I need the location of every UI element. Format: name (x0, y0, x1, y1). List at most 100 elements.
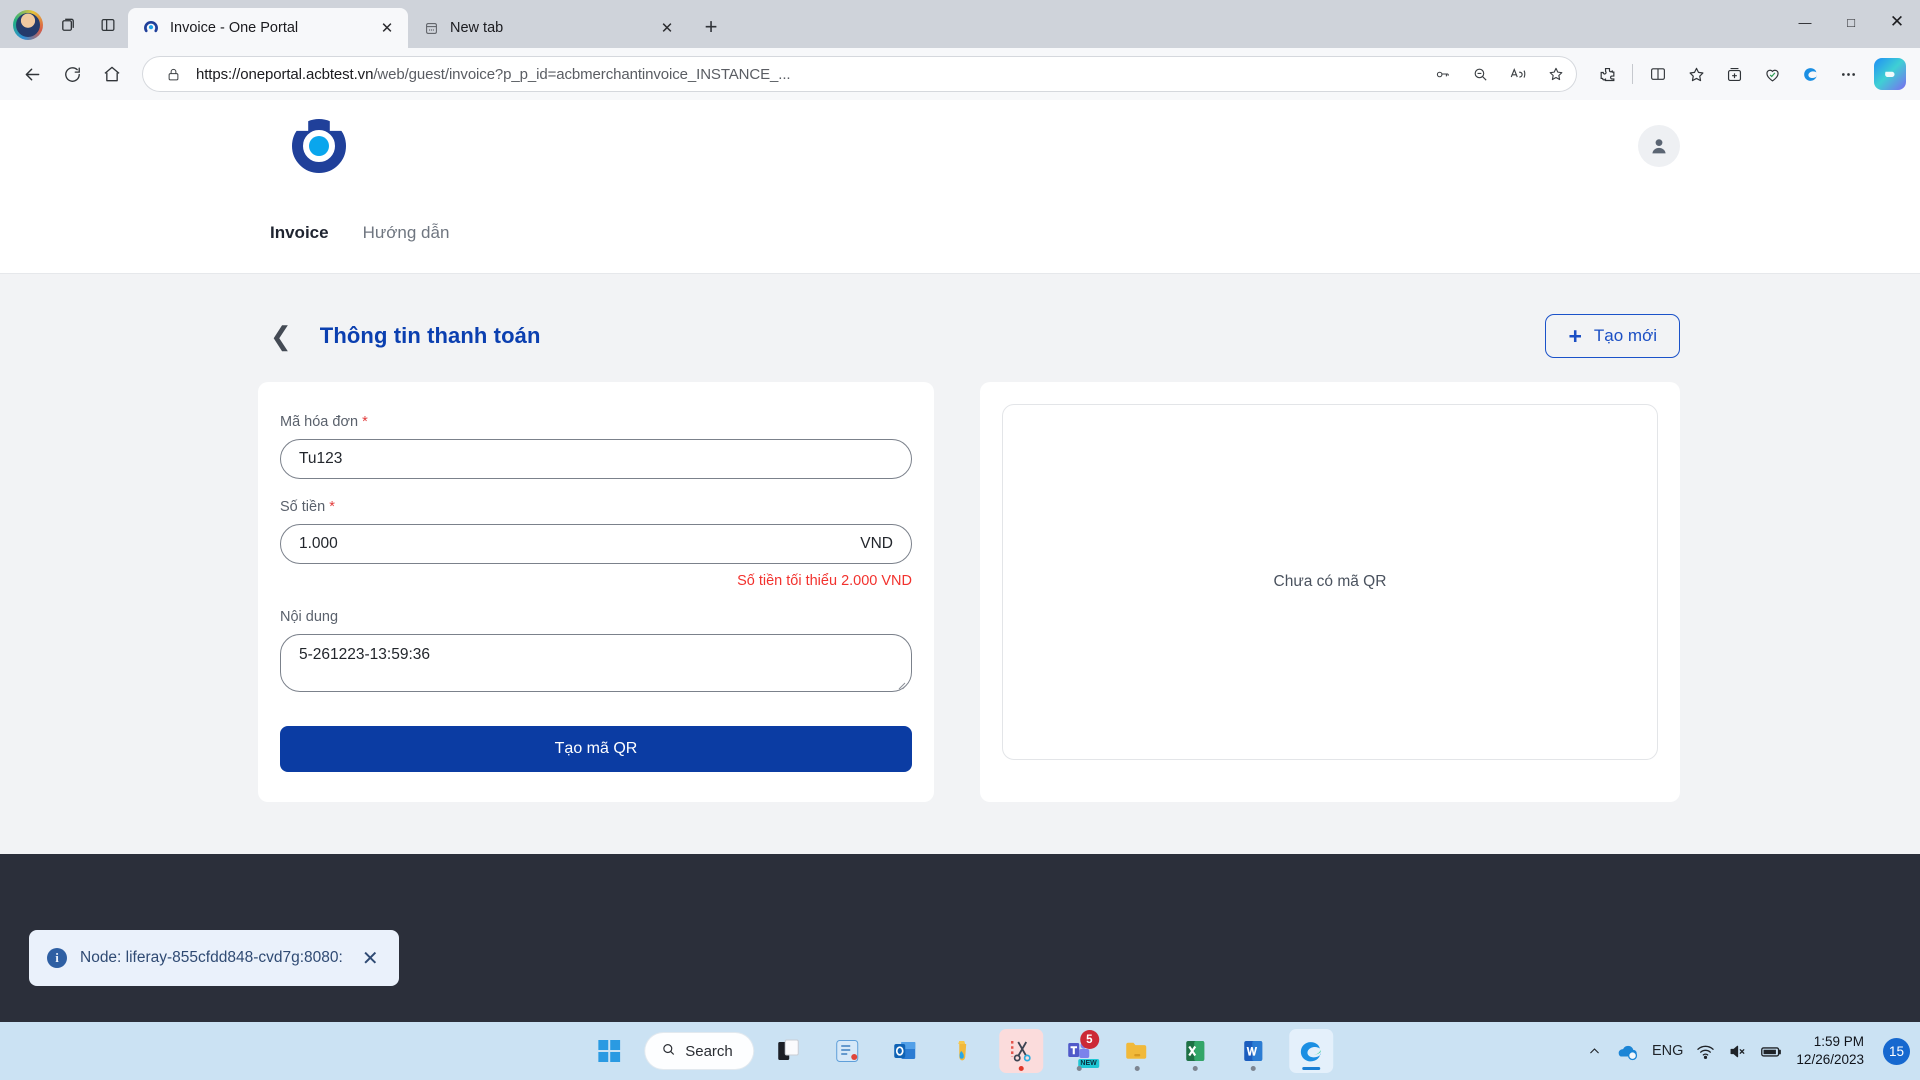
battery-icon[interactable] (1760, 1042, 1783, 1061)
avatar-image (16, 13, 40, 37)
notification-toast: i Node: liferay-855cfdd848-cvd7g:8080: ✕ (29, 930, 399, 986)
create-new-button[interactable]: + Tạo mới (1545, 314, 1680, 358)
word-icon[interactable] (1231, 1029, 1275, 1073)
read-aloud-icon[interactable] (1503, 59, 1533, 89)
volume-muted-icon[interactable] (1728, 1042, 1747, 1061)
edge-sidebar-icon[interactable] (1792, 56, 1828, 92)
browser-tab-active[interactable]: Invoice - One Portal ✕ (128, 8, 408, 48)
home-button-icon[interactable] (94, 56, 130, 92)
address-bar-url: https://oneportal.acbtest.vn/web/guest/i… (196, 66, 1419, 83)
outlook-icon[interactable] (883, 1029, 927, 1073)
close-window-button[interactable]: ✕ (1874, 0, 1920, 44)
search-label: Search (685, 1042, 733, 1060)
oneportal-logo[interactable] (292, 119, 346, 173)
create-new-label: Tạo mới (1593, 326, 1657, 345)
edge-icon[interactable] (1288, 1029, 1333, 1073)
wifi-icon[interactable] (1696, 1042, 1715, 1061)
url-path: /web/guest/invoice?p_p_id=acbmerchantinv… (373, 65, 791, 83)
field-invoice-code: Mã hóa đơn * (280, 414, 912, 479)
onedrive-icon[interactable] (1615, 1041, 1639, 1061)
description-textarea-wrapper[interactable] (280, 634, 912, 692)
file-explorer-pin-icon[interactable] (941, 1029, 985, 1073)
window-controls: — □ ✕ (1782, 0, 1920, 44)
nav-item-huong-dan[interactable]: Hướng dẫn (363, 223, 450, 243)
browser-essentials-icon[interactable] (1754, 56, 1790, 92)
windows-start-icon[interactable] (587, 1029, 631, 1073)
clock-date: 12/26/2023 (1796, 1052, 1864, 1067)
snipping-tool-icon[interactable] (998, 1029, 1043, 1073)
payment-form-card: Mã hóa đơn * Số tiền * (258, 382, 934, 802)
user-avatar-icon[interactable] (1638, 125, 1680, 167)
create-qr-button[interactable]: Tạo mã QR (280, 726, 912, 772)
maximize-button[interactable]: □ (1828, 0, 1874, 44)
browser-window: Invoice - One Portal ✕ New tab ✕ + — □ ✕ (0, 0, 1920, 1022)
favorites-icon[interactable] (1678, 56, 1714, 92)
toolbar-divider (1632, 64, 1633, 84)
tab-close-icon[interactable]: ✕ (654, 15, 680, 41)
amount-label-text: Số tiền (280, 499, 326, 515)
close-icon[interactable]: ✕ (362, 946, 379, 971)
avatar (13, 10, 43, 40)
browser-tab-newtab[interactable]: New tab ✕ (408, 8, 688, 48)
nav-item-invoice[interactable]: Invoice (270, 223, 329, 243)
tab-close-icon[interactable]: ✕ (374, 15, 400, 41)
split-screen-icon[interactable] (88, 5, 128, 45)
url-host: oneportal.acbtest.vn (240, 65, 374, 83)
split-screen-toolbar-icon[interactable] (1640, 56, 1676, 92)
resize-grip-icon[interactable] (896, 677, 906, 690)
tab-title: Invoice - One Portal (170, 20, 299, 36)
qr-placeholder: Chưa có mã QR (1002, 404, 1658, 760)
widgets-icon[interactable] (825, 1029, 869, 1073)
copilot-icon[interactable] (1874, 58, 1906, 90)
tab-strip: Invoice - One Portal ✕ New tab ✕ + — □ ✕ (0, 0, 1920, 48)
task-view-icon[interactable] (767, 1029, 811, 1073)
site-logo-row (0, 100, 1920, 192)
lock-icon (158, 59, 188, 89)
invoice-code-input-wrapper[interactable] (280, 439, 912, 479)
reload-button-icon[interactable] (54, 56, 90, 92)
invoice-code-input[interactable] (299, 450, 893, 468)
description-textarea[interactable] (299, 645, 893, 681)
taskbar-search[interactable]: Search (645, 1033, 753, 1069)
read-aloud-pen-icon[interactable] (1427, 59, 1457, 89)
settings-more-icon[interactable] (1830, 56, 1866, 92)
zoom-out-icon[interactable] (1465, 59, 1495, 89)
profile-avatar-button[interactable] (8, 5, 48, 45)
field-amount: Số tiền * VND Số tiền tối thiểu 2.000 VN… (280, 499, 912, 589)
notification-badge[interactable]: 15 (1883, 1037, 1910, 1065)
site-nav: Invoice Hướng dẫn (0, 192, 1920, 274)
app-running-indicator (1250, 1066, 1256, 1071)
required-marker: * (362, 414, 368, 430)
amount-input[interactable] (299, 535, 851, 553)
address-bar[interactable]: https://oneportal.acbtest.vn/web/guest/i… (142, 56, 1577, 92)
app-running-indicator (1192, 1066, 1198, 1071)
panels: Mã hóa đơn * Số tiền * (0, 368, 1920, 802)
language-indicator[interactable]: ENG (1652, 1043, 1683, 1059)
back-button-icon[interactable] (14, 56, 50, 92)
content-header: ❮ Thông tin thanh toán + Tạo mới (0, 304, 1920, 368)
taskbar-center: Search 5 NEW (587, 1029, 1333, 1073)
excel-icon[interactable] (1173, 1029, 1217, 1073)
taskbar-clock[interactable]: 1:59 PM 12/26/2023 (1796, 1033, 1864, 1069)
show-hidden-icons[interactable] (1587, 1044, 1602, 1059)
tab-groups-icon[interactable] (48, 5, 88, 45)
minimize-button[interactable]: — (1782, 0, 1828, 44)
favorite-star-icon[interactable] (1541, 59, 1571, 89)
invoice-code-label: Mã hóa đơn * (280, 414, 912, 430)
back-chevron-icon[interactable]: ❮ (270, 323, 292, 349)
file-explorer-icon[interactable] (1115, 1029, 1159, 1073)
toast-message: Node: liferay-855cfdd848-cvd7g:8080: (80, 949, 343, 966)
app-running-indicator (1134, 1066, 1140, 1071)
extensions-icon[interactable] (1589, 56, 1625, 92)
collections-icon[interactable] (1716, 56, 1752, 92)
info-icon: i (47, 948, 67, 968)
teams-icon[interactable]: 5 NEW (1057, 1029, 1101, 1073)
teams-badge: 5 (1079, 1030, 1099, 1049)
teams-new-tag: NEW (1078, 1059, 1099, 1068)
field-description: Nội dung (280, 609, 912, 692)
windows-taskbar: Search 5 NEW ENG 1:59 PM 12/26/2023 15 (0, 1022, 1920, 1080)
new-tab-button[interactable]: + (694, 10, 728, 44)
required-marker: * (329, 499, 335, 515)
invoice-code-label-text: Mã hóa đơn (280, 414, 359, 430)
amount-input-wrapper[interactable]: VND (280, 524, 912, 564)
